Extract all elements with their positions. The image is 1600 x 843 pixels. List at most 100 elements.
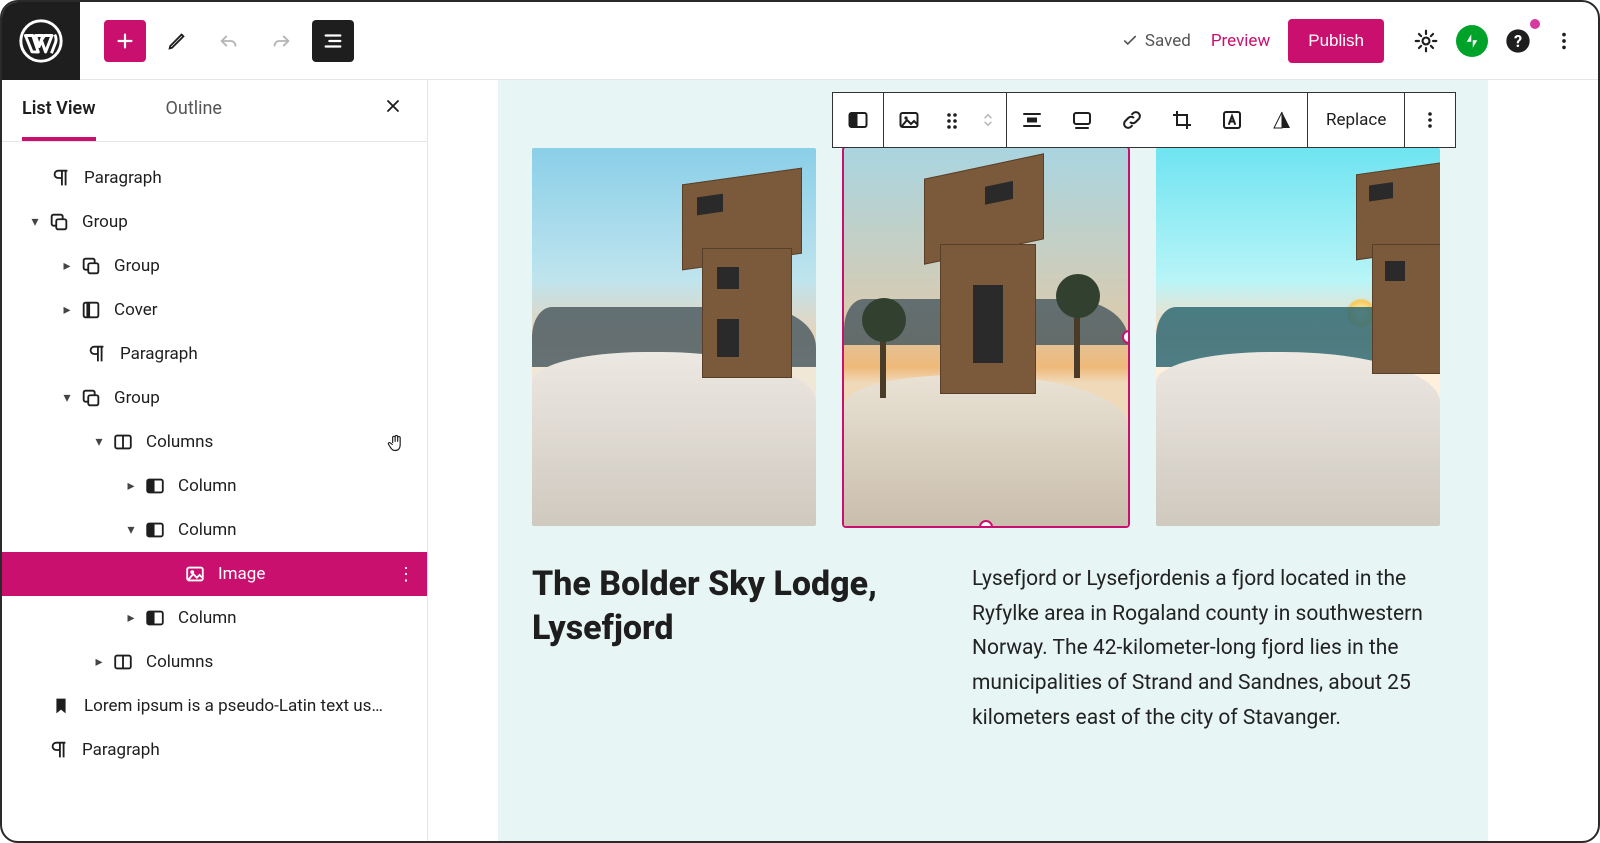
align-icon <box>1020 108 1044 132</box>
undo-icon <box>218 30 240 52</box>
tree-node-columns[interactable]: ▸ Columns <box>2 640 427 684</box>
plus-icon <box>114 30 136 52</box>
column-icon <box>142 517 168 543</box>
editor-canvas[interactable]: Replace <box>428 80 1598 843</box>
chevron-right-icon[interactable]: ▸ <box>56 258 78 274</box>
editor-topbar: Saved Preview Publish ? <box>2 2 1598 80</box>
text-overlay-icon <box>1220 108 1244 132</box>
tree-node-column[interactable]: ▸ Column <box>2 596 427 640</box>
group-icon <box>78 385 104 411</box>
more-options-button[interactable] <box>1544 21 1584 61</box>
undo-button[interactable] <box>208 20 250 62</box>
link-icon <box>1120 108 1144 132</box>
image-placeholder[interactable] <box>1156 148 1440 526</box>
content-paragraph[interactable]: Lysefjord or Lysefjordenis a fjord locat… <box>972 562 1454 735</box>
tree-node-paragraph[interactable]: Paragraph <box>2 156 427 200</box>
jetpack-button[interactable] <box>1452 21 1492 61</box>
more-vertical-icon <box>1418 108 1442 132</box>
block-tree: Paragraph ▾ Group ▸ Group ▸ Cover <box>2 142 427 843</box>
more-vertical-icon <box>1553 30 1575 52</box>
wordpress-icon <box>19 19 63 63</box>
toolbar-caption-button[interactable] <box>1057 93 1107 147</box>
toolbar-select-parent-button[interactable] <box>833 93 883 147</box>
toolbar-text-overlay-button[interactable] <box>1207 93 1257 147</box>
tree-node-paragraph[interactable]: · Paragraph <box>2 728 427 772</box>
tree-node-reusable[interactable]: Lorem ipsum is a pseudo-Latin text us… <box>2 684 427 728</box>
edit-tools-button[interactable] <box>156 20 198 62</box>
tab-list-view[interactable]: List View <box>22 98 96 141</box>
preview-link[interactable]: Preview <box>1211 31 1270 51</box>
tree-node-group[interactable]: ▸ Group <box>2 244 427 288</box>
chevron-right-icon[interactable]: ▸ <box>56 302 78 318</box>
tree-node-label: Column <box>178 520 237 540</box>
wordpress-logo[interactable] <box>2 2 80 80</box>
chevron-right-icon[interactable]: ▸ <box>120 478 142 494</box>
tree-node-label: Paragraph <box>84 168 162 188</box>
tree-node-options-button[interactable]: ⋮ <box>397 564 415 585</box>
redo-button[interactable] <box>260 20 302 62</box>
drag-handle-icon <box>940 108 964 132</box>
tree-node-column[interactable]: ▾ Column <box>2 508 427 552</box>
tree-node-column[interactable]: ▸ Column <box>2 464 427 508</box>
cover-icon <box>78 297 104 323</box>
tab-outline[interactable]: Outline <box>166 98 222 137</box>
toolbar-link-button[interactable] <box>1107 93 1157 147</box>
jetpack-icon <box>1463 32 1481 50</box>
toolbar-drag-handle[interactable] <box>934 93 970 147</box>
tree-node-columns[interactable]: ▾ Columns <box>2 420 427 464</box>
pencil-icon <box>166 30 188 52</box>
chevron-right-icon[interactable]: ▸ <box>88 654 110 670</box>
close-panel-button[interactable] <box>383 96 403 122</box>
tree-node-group[interactable]: ▾ Group <box>2 376 427 420</box>
page-content: The Bolder Sky Lodge, Lysefjord Lysefjor… <box>498 80 1488 843</box>
tree-node-cover[interactable]: ▸ Cover <box>2 288 427 332</box>
group-icon <box>78 253 104 279</box>
chevron-right-icon[interactable]: ▸ <box>120 610 142 626</box>
toolbar-crop-button[interactable] <box>1157 93 1207 147</box>
group-icon <box>46 209 72 235</box>
paragraph-icon <box>48 165 74 191</box>
image-placeholder[interactable] <box>532 148 816 526</box>
content-heading[interactable]: The Bolder Sky Lodge, Lysefjord <box>532 562 912 735</box>
image-icon <box>182 561 208 587</box>
save-status: Saved <box>1121 31 1191 51</box>
paragraph-icon <box>84 341 110 367</box>
chevron-down-icon[interactable]: ▾ <box>56 390 78 406</box>
settings-button[interactable] <box>1406 21 1446 61</box>
help-icon: ? <box>1504 27 1532 55</box>
list-view-icon <box>322 30 344 52</box>
block-toolbar: Replace <box>832 92 1456 148</box>
close-icon <box>383 96 403 116</box>
saved-label: Saved <box>1145 31 1191 51</box>
bookmark-icon <box>48 693 74 719</box>
chevron-down-icon[interactable]: ▾ <box>120 522 142 538</box>
add-block-button[interactable] <box>104 20 146 62</box>
toolbar-align-button[interactable] <box>1007 93 1057 147</box>
redo-icon <box>270 30 292 52</box>
tree-node-label: Group <box>114 388 160 408</box>
tree-node-label: Column <box>178 476 237 496</box>
svg-text:?: ? <box>1514 31 1522 50</box>
chevron-down-icon[interactable]: ▾ <box>88 434 110 450</box>
document-overview-button[interactable] <box>312 20 354 62</box>
move-up-down-icon <box>979 108 997 132</box>
toolbar-replace-button[interactable]: Replace <box>1308 110 1404 130</box>
tree-node-label: Columns <box>146 652 213 672</box>
document-overview-panel: List View Outline Paragraph ▾ Group ▸ <box>2 80 428 843</box>
column-icon <box>142 473 168 499</box>
check-icon <box>1121 32 1139 50</box>
column-icon <box>142 605 168 631</box>
publish-button[interactable]: Publish <box>1288 19 1384 63</box>
toolbar-block-type-button[interactable] <box>884 93 934 147</box>
tree-node-paragraph[interactable]: Paragraph <box>2 332 427 376</box>
toolbar-more-button[interactable] <box>1405 93 1455 147</box>
tree-node-group[interactable]: ▾ Group <box>2 200 427 244</box>
help-button[interactable]: ? <box>1498 21 1538 61</box>
tree-node-label: Cover <box>114 300 158 320</box>
chevron-down-icon[interactable]: ▾ <box>24 214 46 230</box>
tree-node-image-selected[interactable]: Image ⋮ <box>2 552 427 596</box>
column-icon <box>846 108 870 132</box>
toolbar-duotone-button[interactable] <box>1257 93 1307 147</box>
image-block-selected[interactable] <box>844 148 1128 526</box>
toolbar-move-buttons[interactable] <box>970 93 1006 147</box>
